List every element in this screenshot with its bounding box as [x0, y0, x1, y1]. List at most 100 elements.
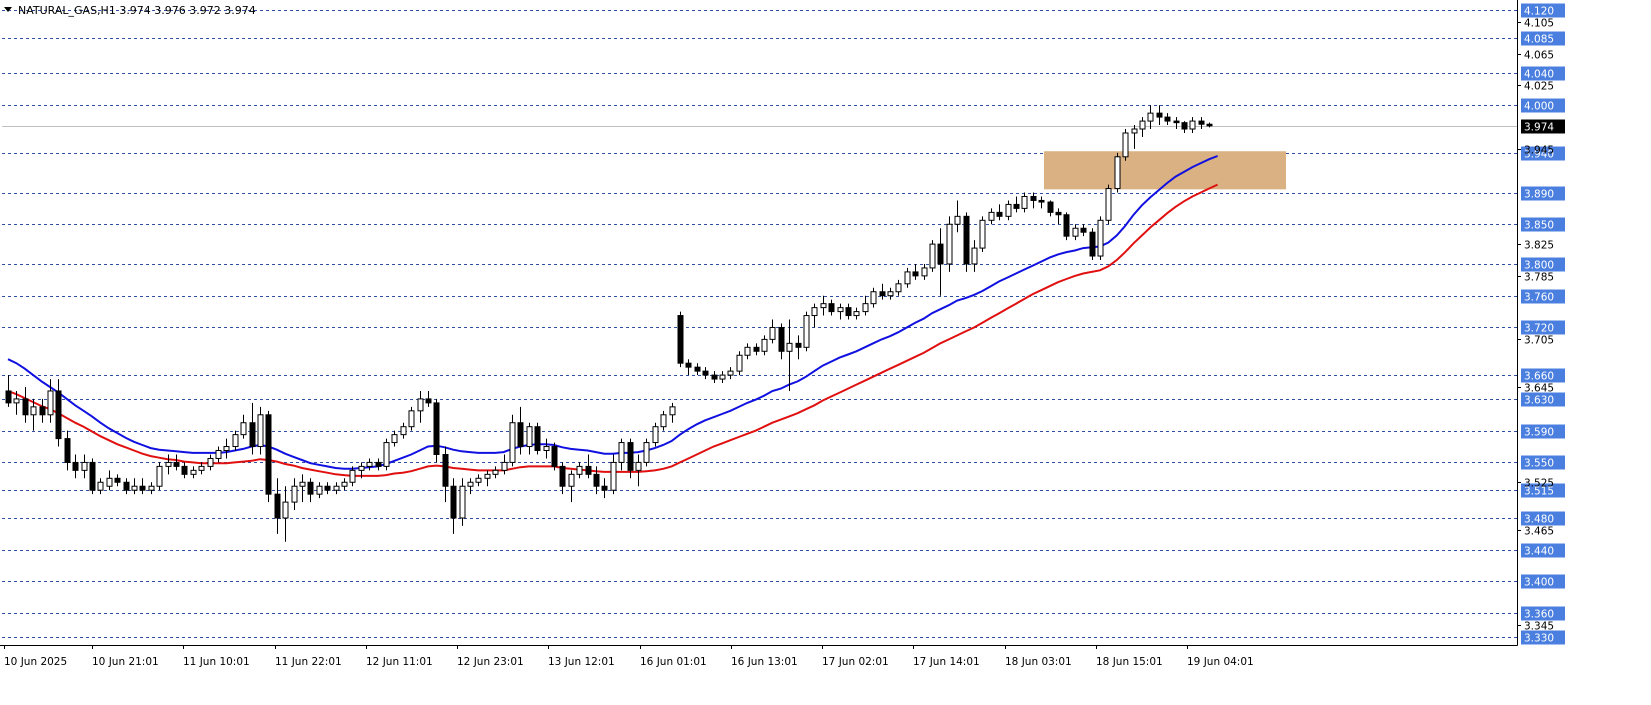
candle	[131, 478, 138, 495]
candle	[433, 398, 440, 463]
candle	[811, 303, 818, 328]
candle	[753, 343, 760, 356]
candle-body	[333, 485, 340, 491]
candle	[937, 228, 944, 296]
dropdown-triangle-icon[interactable]	[4, 7, 12, 12]
candle-body	[383, 442, 390, 467]
chart-frame	[0, 0, 1518, 646]
candle-body	[954, 215, 961, 225]
candle-body	[467, 481, 474, 487]
candle	[89, 458, 96, 495]
candle	[1105, 184, 1112, 225]
candle-body	[568, 473, 575, 487]
candle-body	[475, 477, 482, 483]
candle-body	[181, 465, 188, 475]
candle	[862, 295, 869, 316]
candle	[971, 240, 978, 272]
candle	[769, 319, 776, 344]
candle-body	[207, 457, 214, 467]
candle-body	[459, 485, 466, 519]
candle-body	[803, 315, 810, 348]
price-tick-label: 4.025	[1524, 81, 1554, 93]
ema-layer	[7, 155, 1219, 477]
candle	[240, 414, 247, 439]
candle	[719, 371, 726, 384]
candle-body	[921, 267, 928, 277]
candle-body	[47, 390, 54, 416]
candle-body	[55, 390, 62, 440]
candle	[954, 200, 961, 233]
candle	[383, 438, 390, 471]
candle-body	[971, 247, 978, 265]
level-label: 3.590	[1524, 427, 1554, 439]
level-label: 4.040	[1524, 69, 1554, 81]
candle	[585, 454, 592, 479]
price-tick-label: 3.825	[1524, 240, 1554, 252]
candle-body	[702, 370, 709, 376]
candle-body	[879, 291, 886, 297]
candle-body	[391, 434, 398, 444]
candle-body	[442, 453, 449, 487]
candle	[123, 478, 130, 495]
candle-body	[837, 307, 844, 313]
candle-body	[1055, 211, 1062, 216]
candle-body	[349, 469, 356, 483]
candle	[148, 482, 155, 495]
candle	[635, 454, 642, 487]
candle	[778, 323, 785, 360]
candle	[1072, 224, 1079, 241]
level-label: 3.850	[1524, 220, 1554, 232]
candle	[400, 422, 407, 439]
candle-body	[551, 446, 558, 467]
time-tick-label: 16 Jun 13:01	[731, 656, 798, 668]
candle	[1021, 192, 1028, 213]
candle	[601, 478, 608, 499]
candle	[559, 462, 566, 495]
time-tick-label: 18 Jun 03:01	[1005, 656, 1072, 668]
candle-body	[937, 243, 944, 265]
level-label: 4.085	[1524, 34, 1554, 46]
candle-body	[996, 211, 1003, 217]
candle-body	[845, 307, 852, 317]
price-chart[interactable]: 4.1204.0854.0404.0003.9403.8903.8503.800…	[0, 0, 1651, 705]
candle-body	[643, 442, 650, 463]
candle	[543, 438, 550, 459]
candle-body	[408, 410, 415, 428]
candle-body	[450, 485, 457, 519]
candle	[996, 204, 1003, 221]
candle	[190, 466, 197, 479]
candle-body	[1089, 231, 1096, 257]
candle	[391, 430, 398, 447]
candle-body	[291, 485, 298, 503]
candle-body	[97, 481, 104, 491]
candle-body	[753, 346, 760, 352]
candle	[265, 410, 272, 503]
candle	[215, 446, 222, 463]
candle	[837, 303, 844, 320]
candle-body	[979, 219, 986, 249]
candle	[929, 240, 936, 272]
candle-body	[257, 414, 264, 448]
candle-body	[912, 271, 919, 277]
candle	[803, 311, 810, 352]
candle-body	[72, 461, 79, 471]
candle-body	[526, 426, 533, 448]
candle-body	[1198, 120, 1205, 125]
price-tick-label: 3.645	[1524, 383, 1554, 395]
candle-body	[853, 311, 860, 317]
time-tick-label: 12 Jun 11:01	[366, 656, 433, 668]
candle	[685, 359, 692, 376]
candle	[904, 267, 911, 288]
level-label: 3.550	[1524, 458, 1554, 470]
candle	[761, 335, 768, 356]
candle	[576, 462, 583, 479]
candle-body	[736, 354, 743, 372]
candle	[1089, 228, 1096, 260]
candle-body	[375, 461, 382, 467]
candle-body	[400, 426, 407, 436]
candle-body	[358, 465, 365, 471]
candle-body	[156, 465, 163, 487]
candle-body	[795, 342, 802, 348]
chart-root: 4.120 4.085 4.040 4.000 3.940 3.890 3.850 3.800…	[0, 0, 1651, 705]
candle-body	[517, 422, 524, 448]
